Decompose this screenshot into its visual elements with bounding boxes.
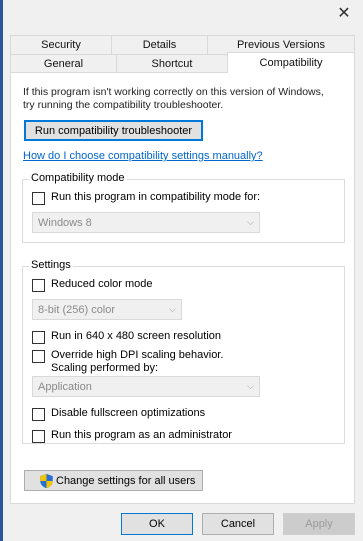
- tab-compatibility[interactable]: Compatibility: [227, 52, 355, 73]
- compat-mode-checkbox-label: Run this program in compatibility mode f…: [51, 191, 261, 203]
- intro-line-2: try running the compatibility troublesho…: [23, 98, 224, 111]
- tab-details[interactable]: Details: [111, 35, 208, 54]
- compat-mode-group: [22, 179, 345, 243]
- fullscreen-opt-row[interactable]: Disable fullscreen optimizations: [32, 407, 205, 421]
- compat-mode-label: Compatibility mode: [29, 172, 127, 184]
- compat-mode-checkbox-row[interactable]: Run this program in compatibility mode f…: [32, 191, 260, 205]
- dpi-override-checkbox[interactable]: [32, 350, 45, 363]
- dpi-scaling-select: Application ⌵: [32, 376, 260, 397]
- cancel-button[interactable]: Cancel: [202, 513, 274, 535]
- dpi-scaling-value: Application: [38, 380, 92, 393]
- color-depth-value: 8-bit (256) color: [38, 303, 116, 316]
- run-as-admin-label: Run this program as an administrator: [51, 429, 232, 441]
- resolution-row[interactable]: Run in 640 x 480 screen resolution: [32, 330, 221, 344]
- dpi-override-line-1: Override high DPI scaling behavior.: [51, 349, 224, 361]
- run-as-admin-checkbox[interactable]: [32, 430, 45, 443]
- resolution-label: Run in 640 x 480 screen resolution: [51, 330, 221, 342]
- fullscreen-opt-label: Disable fullscreen optimizations: [51, 407, 206, 419]
- tab-security[interactable]: Security: [10, 35, 112, 54]
- run-as-admin-row[interactable]: Run this program as an administrator: [32, 429, 232, 443]
- chevron-down-icon: ⌵: [247, 217, 254, 227]
- uac-shield-icon: [40, 473, 53, 488]
- dpi-override-label: Override high DPI scaling behavior. Scal…: [51, 349, 223, 375]
- intro-line-1: If this program isn't working correctly …: [23, 86, 324, 98]
- resolution-checkbox[interactable]: [32, 331, 45, 344]
- apply-button[interactable]: Apply: [283, 513, 355, 535]
- chevron-down-icon: ⌵: [247, 381, 254, 391]
- run-troubleshooter-button[interactable]: Run compatibility troubleshooter: [24, 120, 203, 141]
- manual-settings-link[interactable]: How do I choose compatibility settings m…: [23, 150, 263, 162]
- close-icon[interactable]: ✕: [331, 2, 357, 24]
- tab-general[interactable]: General: [10, 54, 117, 73]
- fullscreen-opt-checkbox[interactable]: [32, 408, 45, 421]
- compatibility-panel: If this program isn't working correctly …: [10, 72, 355, 504]
- reduced-color-row[interactable]: Reduced color mode: [32, 278, 153, 292]
- change-all-users-label: Change settings for all users: [56, 474, 196, 487]
- window-edge: [0, 0, 3, 541]
- dpi-override-line-2: Scaling performed by:: [51, 362, 158, 374]
- reduced-color-checkbox[interactable]: [32, 279, 45, 292]
- chevron-down-icon: ⌵: [169, 304, 176, 314]
- ok-button[interactable]: OK: [121, 513, 193, 535]
- compat-os-select: Windows 8 ⌵: [32, 212, 260, 233]
- intro-text: If this program isn't working correctly …: [23, 86, 343, 111]
- change-all-users-button[interactable]: Change settings for all users: [24, 470, 203, 491]
- tab-shortcut[interactable]: Shortcut: [116, 54, 228, 73]
- settings-label: Settings: [29, 259, 73, 271]
- compat-os-value: Windows 8: [38, 216, 92, 229]
- dpi-override-row[interactable]: Override high DPI scaling behavior. Scal…: [32, 349, 223, 375]
- compat-mode-checkbox[interactable]: [32, 192, 45, 205]
- reduced-color-label: Reduced color mode: [51, 278, 153, 290]
- color-depth-select: 8-bit (256) color ⌵: [32, 299, 182, 320]
